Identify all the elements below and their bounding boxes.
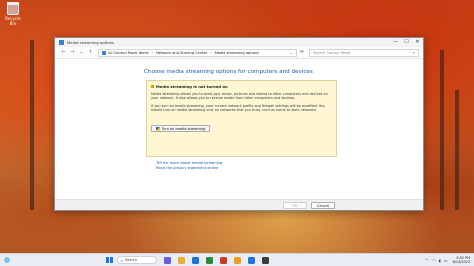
clock-date: 8/14/2023	[452, 260, 470, 264]
pinned-app-icon[interactable]	[233, 256, 241, 264]
cancel-button[interactable]: Cancel	[311, 202, 335, 209]
recycle-bin-label: Recycle Bin	[5, 16, 21, 26]
address-bar: ← → ⌄ ↑ All Control Panel Items › Networ…	[55, 47, 423, 59]
breadcrumb-all-items[interactable]: All Control Panel Items	[108, 51, 149, 55]
recent-locations-button[interactable]: ⌄	[77, 50, 86, 55]
taskbar-search[interactable]: ⌕ Search	[116, 256, 157, 264]
pinned-app-icon[interactable]	[177, 256, 185, 264]
pinned-app-icon[interactable]	[191, 256, 199, 264]
search-placeholder: Search Control Panel	[313, 50, 351, 55]
clock[interactable]: 5:52 PM 8/14/2023	[453, 256, 470, 264]
tree-trunk	[440, 50, 444, 210]
breadcrumb-network-center[interactable]: Network and Sharing Center	[156, 51, 207, 55]
privacy-statement-link[interactable]: Read the privacy statement online	[156, 166, 218, 170]
tree-trunk	[30, 40, 34, 210]
info-paragraph: If you turn on media streaming, your cur…	[151, 103, 325, 113]
weather-icon[interactable]	[4, 257, 10, 263]
minimize-button[interactable]: —	[390, 38, 401, 47]
recycle-bin-icon	[7, 2, 19, 15]
chevron-right-icon: ›	[151, 50, 154, 55]
dialog-footer: OK Cancel	[55, 199, 423, 210]
streaming-info-box: Media streaming is not turned on Media s…	[146, 80, 337, 157]
close-button[interactable]: ✕	[412, 38, 423, 47]
back-button[interactable]: ←	[59, 50, 68, 55]
info-paragraph: Media streaming allows you to send your …	[151, 92, 328, 101]
learn-more-link[interactable]: Tell me more about media streaming	[156, 161, 222, 165]
chevron-up-icon[interactable]: ^	[425, 258, 428, 263]
windows-logo-icon	[106, 256, 109, 260]
breadcrumb[interactable]: All Control Panel Items › Network and Sh…	[98, 48, 297, 57]
media-streaming-window: Media streaming options — ☐ ✕ ← → ⌄ ↑ Al…	[54, 37, 424, 211]
page-title: Choose media streaming options for compu…	[144, 69, 313, 75]
ok-button[interactable]: OK	[283, 202, 307, 209]
uac-shield-icon	[156, 126, 160, 131]
chevron-right-icon: ›	[210, 50, 212, 55]
pinned-app-icon[interactable]	[163, 256, 171, 264]
refresh-button[interactable]: ⟳	[297, 50, 307, 55]
pinned-app-icon[interactable]	[247, 256, 255, 264]
recycle-bin-shortcut[interactable]: Recycle Bin	[2, 2, 24, 26]
volume-icon[interactable]: ◖	[439, 258, 441, 263]
main-content: Choose media streaming options for compu…	[55, 59, 425, 191]
search-input[interactable]: Search Control Panel ⌕	[309, 48, 419, 57]
taskbar-search-label: Search	[124, 258, 138, 262]
control-panel-icon	[59, 40, 64, 45]
breadcrumb-media-streaming[interactable]: Media streaming options	[215, 51, 259, 55]
search-icon: ⌕	[120, 257, 123, 263]
taskbar: ⌕ Search ^ ◠ ◖ ▭ 5:52 PM 8/14/2023	[0, 253, 474, 266]
start-button[interactable]	[106, 256, 113, 264]
pinned-app-icon[interactable]	[205, 256, 213, 264]
pinned-app-icon[interactable]	[261, 256, 269, 264]
search-icon: ⌕	[412, 50, 415, 55]
forward-button[interactable]: →	[68, 50, 77, 55]
turn-on-streaming-label: Turn on media streaming	[161, 126, 206, 131]
address-dropdown-button[interactable]: ⌄	[287, 50, 296, 55]
battery-icon[interactable]: ▭	[444, 258, 448, 263]
control-panel-icon	[102, 50, 106, 55]
info-title: Media streaming is not turned on	[151, 84, 332, 89]
title-bar[interactable]: Media streaming options — ☐ ✕	[55, 38, 423, 47]
wifi-icon[interactable]: ◠	[432, 258, 436, 263]
tree-trunk	[455, 90, 459, 210]
system-tray: ^ ◠ ◖ ▭ 5:52 PM 8/14/2023	[425, 256, 474, 264]
maximize-button[interactable]: ☐	[401, 38, 412, 47]
up-button[interactable]: ↑	[86, 50, 95, 55]
pinned-app-icon[interactable]	[219, 256, 227, 264]
window-title: Media streaming options	[67, 40, 114, 45]
turn-on-streaming-button[interactable]: Turn on media streaming	[151, 125, 211, 133]
